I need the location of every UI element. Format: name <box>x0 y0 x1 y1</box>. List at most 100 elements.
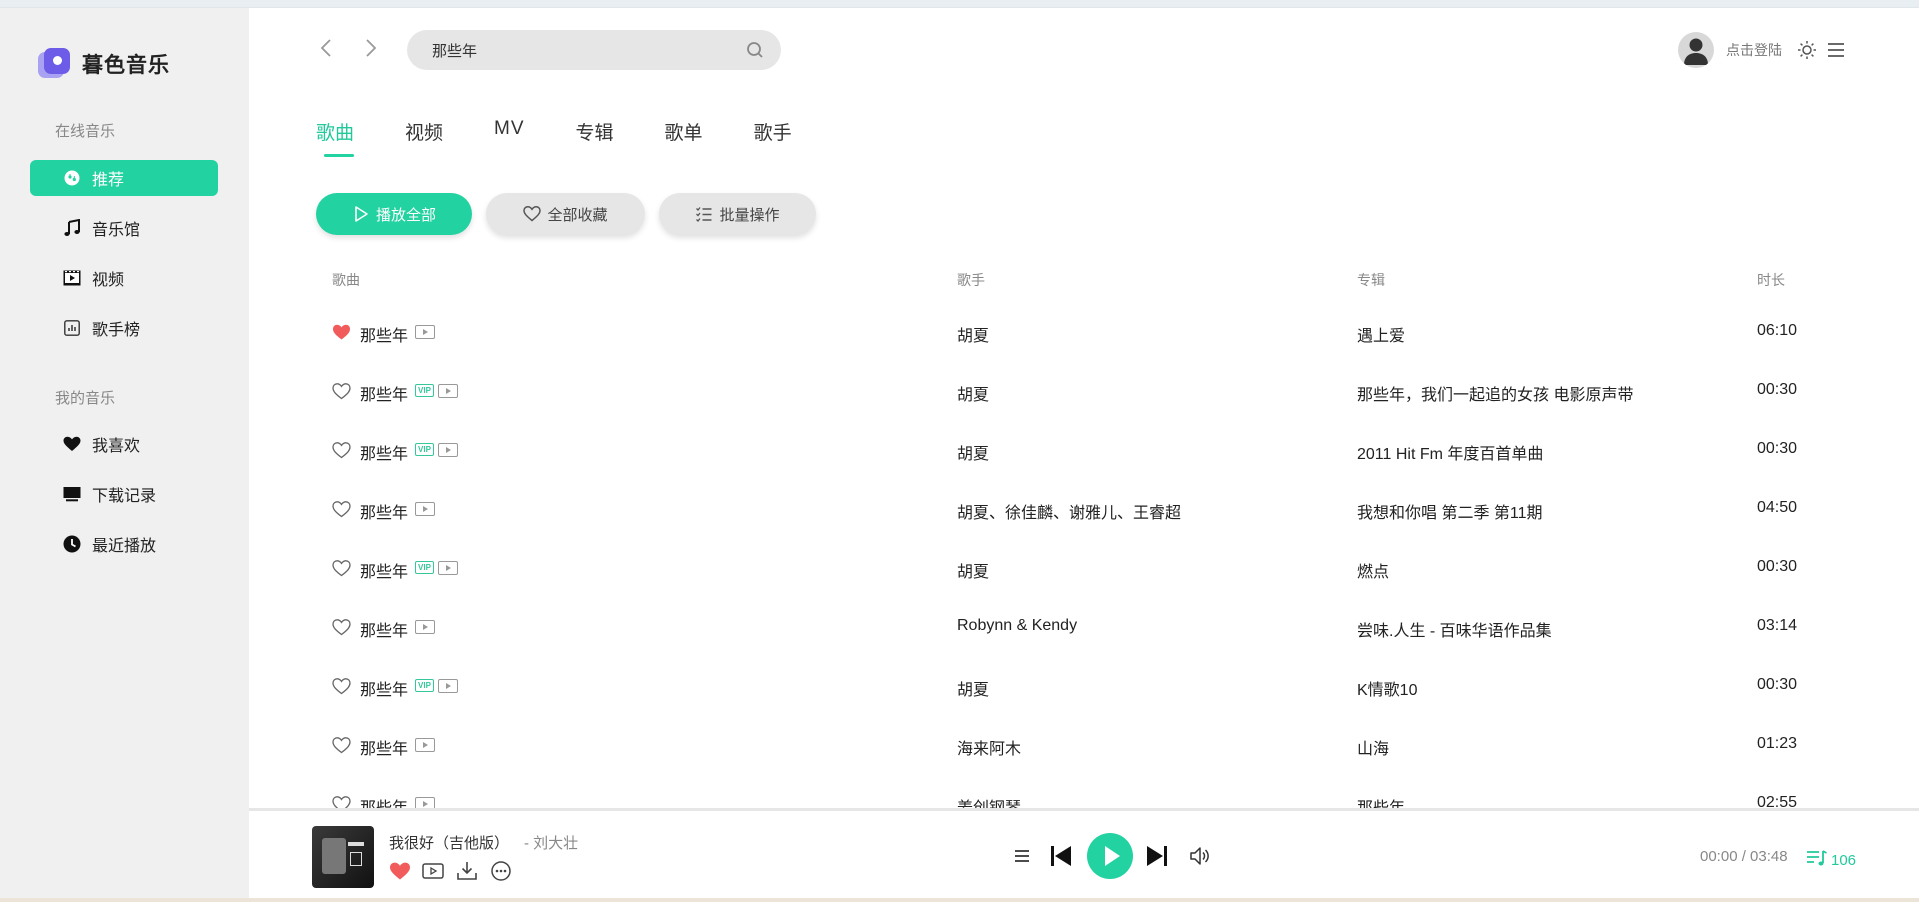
song-singer[interactable]: 姜创钢琴 <box>957 794 1021 808</box>
favorite-all-button[interactable]: 全部收藏 <box>486 193 645 235</box>
vip-badge[interactable]: VIP <box>415 679 434 692</box>
now-playing-artist[interactable]: - 刘大壮 <box>524 832 578 853</box>
avatar[interactable] <box>1678 32 1714 68</box>
like-heart-icon[interactable] <box>332 441 351 459</box>
song-singer[interactable]: 胡夏 <box>957 440 989 464</box>
like-heart-icon[interactable] <box>332 559 351 577</box>
song-row[interactable]: 那些年 VIP 胡夏 2011 Hit Fm 年度百首单曲 00:30 <box>249 421 1919 480</box>
song-row[interactable]: 那些年 胡夏 遇上爱 06:10 <box>249 303 1919 362</box>
song-album[interactable]: 那些年 <box>1357 794 1405 808</box>
song-title[interactable]: 那些年 <box>360 617 408 641</box>
sidebar-item-label: 下载记录 <box>92 488 157 505</box>
tab-albums[interactable]: 专辑 <box>576 118 614 145</box>
batch-operation-button[interactable]: 批量操作 <box>659 193 816 235</box>
mv-badge-icon[interactable] <box>415 620 435 634</box>
mv-badge-icon[interactable] <box>415 325 435 339</box>
song-album[interactable]: 那些年，我们一起追的女孩 电影原声带 <box>1357 381 1633 405</box>
player-mv-icon[interactable] <box>422 861 444 881</box>
sidebar-item-recent[interactable]: 最近播放 <box>30 526 218 562</box>
song-list: 那些年 胡夏 遇上爱 06:10 那些年 VIP 胡夏 那些年，我们一起追的女孩… <box>249 303 1919 808</box>
mv-badge-icon[interactable] <box>438 561 458 575</box>
like-heart-icon[interactable] <box>332 500 351 518</box>
sidebar-item-music-hall[interactable]: 音乐馆 <box>30 210 218 246</box>
tab-playlists[interactable]: 歌单 <box>665 118 703 145</box>
song-row[interactable]: 那些年 姜创钢琴 那些年 02:55 <box>249 775 1919 808</box>
sidebar-item-downloads[interactable]: 下载记录 <box>30 476 218 512</box>
like-heart-icon[interactable] <box>332 736 351 754</box>
song-album[interactable]: 燃点 <box>1357 558 1389 582</box>
play-all-button[interactable]: 播放全部 <box>316 193 472 235</box>
song-album[interactable]: 遇上爱 <box>1357 322 1405 346</box>
song-row[interactable]: 那些年 胡夏、徐佳麟、谢雅儿、王睿超 我想和你唱 第二季 第11期 04:50 <box>249 480 1919 539</box>
song-row[interactable]: 那些年 VIP 胡夏 K情歌10 00:30 <box>249 657 1919 716</box>
like-heart-icon[interactable] <box>332 323 351 341</box>
song-row[interactable]: 那些年 VIP 胡夏 燃点 00:30 <box>249 539 1919 598</box>
vip-badge[interactable]: VIP <box>415 384 434 397</box>
album-cover[interactable] <box>312 826 374 888</box>
like-heart-icon[interactable] <box>332 618 351 636</box>
song-title[interactable]: 那些年 <box>360 676 408 700</box>
song-title[interactable]: 那些年 <box>360 322 408 346</box>
play-button[interactable] <box>1087 833 1133 879</box>
mv-badge-icon[interactable] <box>438 679 458 693</box>
song-singer[interactable]: 胡夏 <box>957 381 989 405</box>
next-track-icon[interactable] <box>1145 843 1169 869</box>
search-input[interactable] <box>432 41 732 59</box>
more-options-icon[interactable] <box>490 861 512 881</box>
volume-icon[interactable] <box>1189 845 1211 865</box>
playlist-icon[interactable] <box>1012 846 1034 866</box>
song-row[interactable]: 那些年 VIP 胡夏 那些年，我们一起追的女孩 电影原声带 00:30 <box>249 362 1919 421</box>
song-title[interactable]: 那些年 <box>360 440 408 464</box>
song-title[interactable]: 那些年 <box>360 381 408 405</box>
sidebar-item-video[interactable]: 视频 <box>30 260 218 296</box>
song-singer[interactable]: 胡夏 <box>957 676 989 700</box>
song-album[interactable]: 山海 <box>1357 735 1389 759</box>
mv-badge-icon[interactable] <box>438 443 458 457</box>
download-icon[interactable] <box>456 861 478 881</box>
video-icon <box>63 269 81 287</box>
theme-sun-icon[interactable] <box>1797 40 1817 60</box>
mv-badge-icon[interactable] <box>415 738 435 752</box>
tab-videos[interactable]: 视频 <box>405 118 443 145</box>
menu-icon[interactable] <box>1826 40 1846 60</box>
vip-badge[interactable]: VIP <box>415 561 434 574</box>
song-album[interactable]: 2011 Hit Fm 年度百首单曲 <box>1357 440 1543 464</box>
sidebar-item-favorites[interactable]: 我喜欢 <box>30 426 218 462</box>
previous-track-icon[interactable] <box>1049 843 1073 869</box>
song-title[interactable]: 那些年 <box>360 735 408 759</box>
song-title[interactable]: 那些年 <box>360 558 408 582</box>
song-singer[interactable]: Robynn & Kendy <box>957 617 1077 635</box>
now-playing-title[interactable]: 我很好（吉他版） <box>389 832 509 853</box>
search-icon[interactable] <box>745 40 765 60</box>
song-singer[interactable]: 胡夏 <box>957 558 989 582</box>
song-duration: 06:10 <box>1757 322 1798 339</box>
like-heart-icon[interactable] <box>332 795 351 808</box>
song-row[interactable]: 那些年 海来阿木 山海 01:23 <box>249 716 1919 775</box>
login-link[interactable]: 点击登陆 <box>1726 40 1782 60</box>
song-row[interactable]: 那些年 Robynn & Kendy 尝味.人生 - 百味华语作品集 03:14 <box>249 598 1919 657</box>
mv-badge-icon[interactable] <box>415 502 435 516</box>
like-heart-icon[interactable] <box>332 677 351 695</box>
song-singer[interactable]: 海来阿木 <box>957 735 1021 759</box>
song-album[interactable]: 我想和你唱 第二季 第11期 <box>1357 499 1543 523</box>
tab-songs[interactable]: 歌曲 <box>316 118 355 157</box>
song-album[interactable]: K情歌10 <box>1357 676 1417 700</box>
sidebar-item-recommend[interactable]: 推荐 <box>30 160 218 196</box>
mv-badge-icon[interactable] <box>438 384 458 398</box>
vip-badge[interactable]: VIP <box>415 443 434 456</box>
song-singer[interactable]: 胡夏、徐佳麟、谢雅儿、王睿超 <box>957 499 1181 523</box>
forward-arrow-icon[interactable] <box>361 38 381 62</box>
back-arrow-icon[interactable] <box>316 38 336 62</box>
song-title[interactable]: 那些年 <box>360 794 408 808</box>
song-tags <box>415 620 435 634</box>
mv-badge-icon[interactable] <box>415 797 435 808</box>
play-queue-button[interactable]: 106 <box>1806 848 1856 872</box>
song-album[interactable]: 尝味.人生 - 百味华语作品集 <box>1357 617 1552 641</box>
player-like-icon[interactable] <box>389 861 411 881</box>
like-heart-icon[interactable] <box>332 382 351 400</box>
song-title[interactable]: 那些年 <box>360 499 408 523</box>
tab-singers[interactable]: 歌手 <box>754 118 792 145</box>
tab-mv[interactable]: MV <box>494 118 525 145</box>
song-singer[interactable]: 胡夏 <box>957 322 989 346</box>
sidebar-item-singer-chart[interactable]: 歌手榜 <box>30 310 218 346</box>
